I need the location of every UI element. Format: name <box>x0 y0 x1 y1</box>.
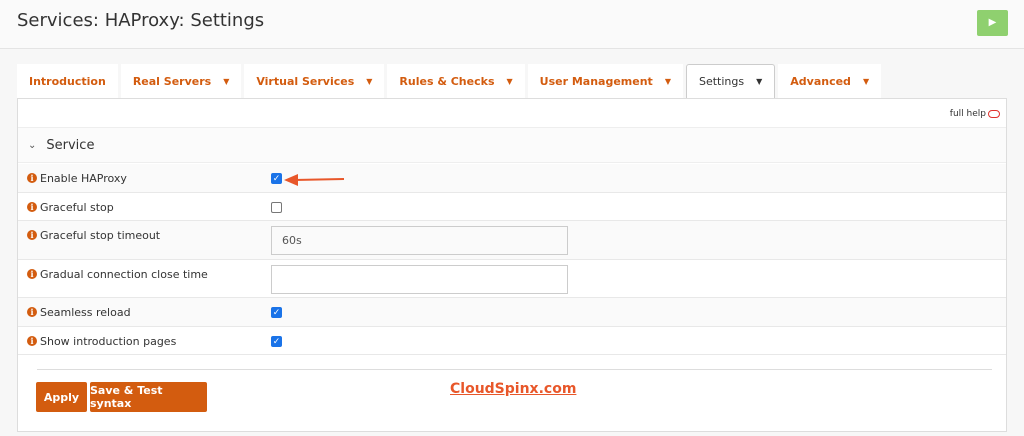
field-row-seamless-reload: i Seamless reload ✓ <box>18 298 1006 327</box>
enable-haproxy-checkbox[interactable]: ✓ <box>271 173 282 184</box>
tab-label: Rules & Checks <box>399 74 495 88</box>
field-row-enable-haproxy: i Enable HAProxy ✓ <box>18 164 1006 193</box>
field-label: Graceful stop <box>40 201 114 214</box>
section-service-header[interactable]: ⌄ Service <box>18 127 1006 163</box>
toggle-icon <box>988 109 1000 118</box>
divider <box>37 369 992 370</box>
show-intro-pages-checkbox[interactable]: ✓ <box>271 336 282 347</box>
field-row-graceful-stop-timeout: i Graceful stop timeout 60s <box>18 221 1006 260</box>
caret-down-icon: ▼ <box>862 76 870 86</box>
graceful-stop-timeout-input[interactable]: 60s <box>271 226 568 255</box>
field-label: Seamless reload <box>40 306 131 319</box>
info-icon[interactable]: i <box>27 269 37 279</box>
page-title: Services: HAProxy: Settings <box>17 10 265 31</box>
tab-label: User Management <box>539 74 653 88</box>
caret-down-icon: ▼ <box>664 76 671 86</box>
section-title: Service <box>46 137 95 153</box>
field-row-gradual-close-time: i Gradual connection close time <box>18 260 1006 298</box>
tab-virtual-services[interactable]: Virtual Services ▼ <box>244 64 385 98</box>
tab-label: Advanced <box>790 74 851 88</box>
info-icon[interactable]: i <box>27 230 37 240</box>
tab-advanced[interactable]: Advanced ▼ <box>778 64 882 98</box>
watermark: CloudSpinx.com <box>450 381 577 397</box>
field-row-graceful-stop: i Graceful stop <box>18 193 1006 221</box>
info-icon[interactable]: i <box>27 336 37 346</box>
caret-down-icon: ▼ <box>223 76 230 86</box>
caret-down-icon: ▼ <box>366 76 373 86</box>
seamless-reload-checkbox[interactable]: ✓ <box>271 307 282 318</box>
tab-introduction[interactable]: Introduction <box>17 64 118 98</box>
full-help-toggle[interactable]: full help <box>950 109 1000 119</box>
caret-down-icon: ▼ <box>756 77 763 86</box>
start-service-button[interactable]: ▶ <box>977 10 1008 36</box>
apply-button[interactable]: Apply <box>36 382 87 412</box>
settings-panel: full help ⌄ Service i Enable HAProxy ✓ i Gr… <box>17 98 1007 432</box>
info-icon[interactable]: i <box>27 173 37 183</box>
info-icon[interactable]: i <box>27 307 37 317</box>
tab-label: Settings <box>698 75 745 88</box>
field-label: Show introduction pages <box>40 335 177 348</box>
play-icon: ▶ <box>988 17 997 28</box>
field-row-show-intro-pages: i Show introduction pages ✓ <box>18 327 1006 355</box>
gradual-close-time-input[interactable] <box>271 265 568 294</box>
field-label: Graceful stop timeout <box>40 229 161 242</box>
tab-bar: Introduction Real Servers ▼ Virtual Servi… <box>17 64 884 99</box>
tab-label: Introduction <box>29 74 106 88</box>
graceful-stop-checkbox[interactable] <box>271 202 282 213</box>
chevron-down-icon: ⌄ <box>28 139 37 151</box>
save-test-syntax-button[interactable]: Save & Test syntax <box>90 382 207 412</box>
tab-label: Virtual Services <box>256 74 355 88</box>
full-help-label: full help <box>949 109 986 119</box>
caret-down-icon: ▼ <box>506 76 513 86</box>
tab-real-servers[interactable]: Real Servers ▼ <box>120 64 242 98</box>
tab-settings[interactable]: Settings ▼ <box>685 64 776 99</box>
field-label: Enable HAProxy <box>40 172 127 185</box>
annotation-arrow-icon <box>284 174 345 186</box>
field-label: Gradual connection close time <box>40 268 208 281</box>
tab-rules-checks[interactable]: Rules & Checks ▼ <box>387 64 525 98</box>
page-header: Services: HAProxy: Settings ▶ <box>0 0 1024 49</box>
info-icon[interactable]: i <box>27 202 37 212</box>
tab-label: Real Servers <box>132 74 212 88</box>
tab-user-management[interactable]: User Management ▼ <box>527 64 683 98</box>
